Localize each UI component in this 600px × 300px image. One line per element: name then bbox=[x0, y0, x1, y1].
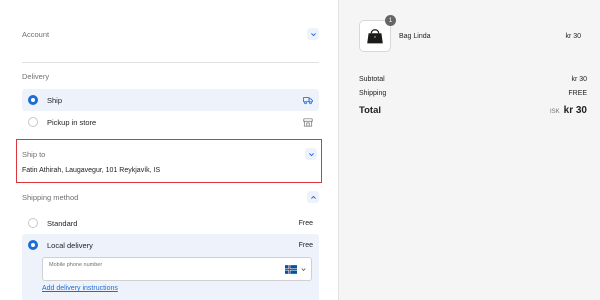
shipping-option-standard[interactable]: Standard Free bbox=[22, 212, 319, 234]
shipping-option-label: Standard bbox=[47, 218, 78, 228]
truck-icon bbox=[303, 95, 313, 105]
account-title: Account bbox=[22, 29, 50, 39]
shipping-option-label: Local delivery bbox=[47, 240, 93, 250]
checkout-main: Account Delivery Ship Pickup in store Sh… bbox=[0, 0, 338, 300]
ship-to-address: Fatin Athirah, Laugavegur, 101 Reykjavík… bbox=[22, 167, 161, 174]
ship-to-title: Ship to bbox=[22, 150, 46, 159]
total-label: Total bbox=[359, 105, 381, 116]
store-icon bbox=[303, 117, 313, 127]
shipping-option-local-delivery[interactable]: Local delivery Free bbox=[22, 234, 319, 256]
total-value: kr 30 bbox=[563, 105, 587, 116]
ship-to-expand-button[interactable] bbox=[305, 148, 317, 160]
radio-selected[interactable] bbox=[28, 240, 38, 250]
quantity-badge: 1 bbox=[385, 15, 396, 26]
delivery-section-header: Delivery bbox=[22, 72, 319, 81]
chevron-down-icon bbox=[310, 32, 316, 36]
product-price: kr 30 bbox=[565, 32, 581, 40]
add-delivery-instructions-link[interactable]: Add delivery instructions bbox=[42, 285, 118, 292]
product-line: 1 Bag Linda kr 30 bbox=[359, 15, 581, 54]
order-summary: 1 Bag Linda kr 30 Subtotal kr 30 Shippin… bbox=[338, 0, 600, 300]
account-expand-button[interactable] bbox=[307, 28, 319, 40]
shipping-method-collapse-button[interactable] bbox=[307, 191, 319, 203]
radio-unselected[interactable] bbox=[28, 117, 38, 127]
chevron-down-icon bbox=[308, 152, 314, 156]
iceland-flag-icon[interactable] bbox=[285, 265, 297, 274]
divider bbox=[22, 62, 319, 63]
shipping-method-header[interactable]: Shipping method bbox=[22, 191, 319, 203]
subtotal-label: Subtotal bbox=[359, 76, 385, 83]
chevron-down-icon[interactable] bbox=[301, 267, 306, 272]
radio-unselected[interactable] bbox=[28, 218, 38, 228]
delivery-option-ship[interactable]: Ship bbox=[22, 89, 319, 111]
subtotal-row: Subtotal kr 30 bbox=[359, 76, 587, 83]
shipping-method-title: Shipping method bbox=[22, 192, 79, 202]
shipping-value: FREE bbox=[568, 90, 587, 97]
mobile-phone-field[interactable]: Mobile phone number bbox=[42, 257, 312, 281]
mobile-phone-placeholder: Mobile phone number bbox=[49, 262, 103, 268]
bag-icon bbox=[367, 29, 383, 44]
total-currency: ISK bbox=[549, 109, 560, 115]
delivery-title: Delivery bbox=[22, 72, 50, 81]
ship-to-section[interactable]: Ship to Fatin Athirah, Laugavegur, 101 R… bbox=[16, 139, 322, 183]
subtotal-value: kr 30 bbox=[571, 76, 587, 83]
chevron-up-icon bbox=[310, 195, 316, 199]
account-section[interactable]: Account bbox=[22, 28, 319, 40]
shipping-option-price: Free bbox=[298, 241, 313, 249]
product-name: Bag Linda bbox=[399, 32, 431, 40]
delivery-option-label: Pickup in store bbox=[47, 117, 97, 127]
total-row: Total ISK kr 30 bbox=[359, 105, 587, 116]
radio-selected[interactable] bbox=[28, 95, 38, 105]
shipping-row: Shipping FREE bbox=[359, 90, 587, 97]
product-thumbnail: 1 bbox=[359, 15, 396, 52]
shipping-option-price: Free bbox=[298, 219, 313, 227]
delivery-option-label: Ship bbox=[47, 95, 63, 105]
delivery-option-pickup[interactable]: Pickup in store bbox=[22, 111, 319, 133]
total-amount: ISK kr 30 bbox=[550, 105, 587, 116]
shipping-label: Shipping bbox=[359, 90, 387, 97]
